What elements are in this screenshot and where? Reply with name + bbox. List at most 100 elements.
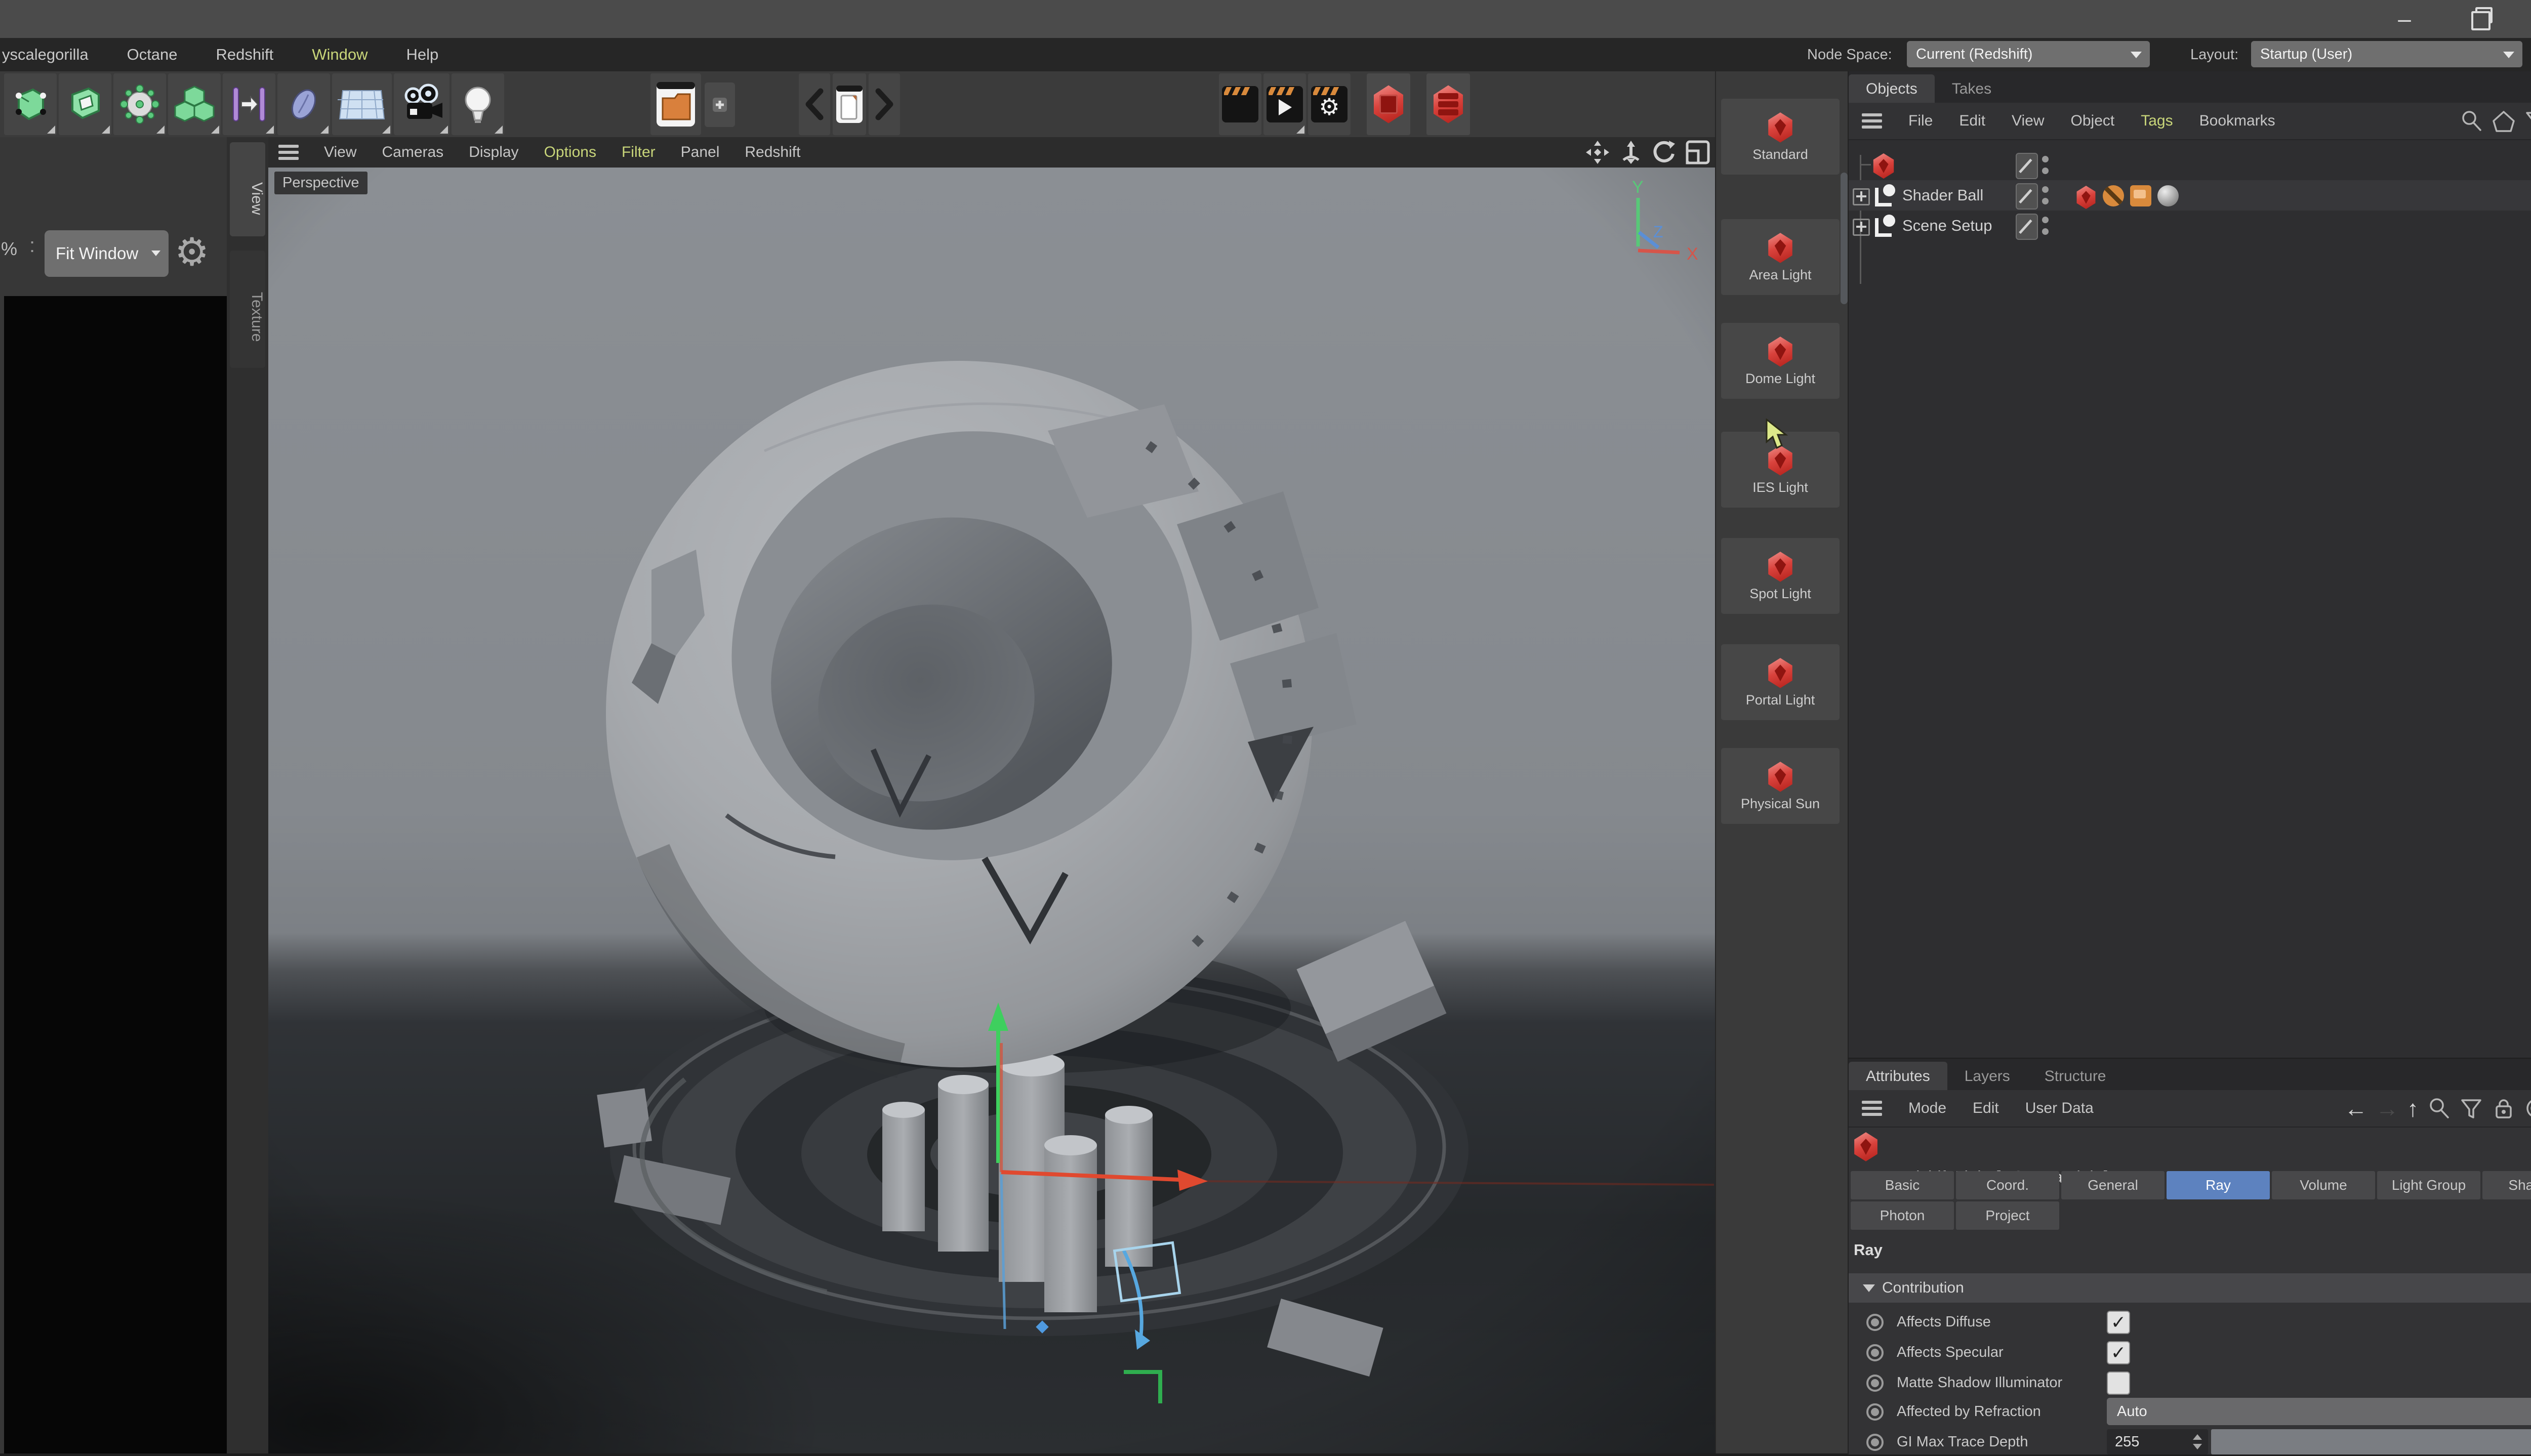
render-settings-button[interactable]: ⚙ (1308, 73, 1351, 135)
layout-select[interactable]: Startup (User) (2251, 41, 2522, 67)
viewport-view-label[interactable]: Perspective (274, 172, 368, 194)
tab-ray[interactable]: Ray (2167, 1171, 2270, 1199)
vp-menu-view[interactable]: View (324, 144, 356, 161)
vp-menu-options[interactable]: Options (544, 144, 596, 161)
titlebar[interactable]: – × (0, 0, 2531, 38)
redshift-queue-button[interactable] (1426, 73, 1470, 135)
expand-icon[interactable] (1853, 219, 1870, 236)
tab-shadow[interactable]: Shadow (2482, 1171, 2531, 1199)
affects-specular-checkbox[interactable]: ✓ (2107, 1341, 2130, 1364)
lights-scrollbar[interactable] (1841, 173, 1848, 304)
am-menu-user-data[interactable]: User Data (2025, 1100, 2094, 1117)
om-menu-view[interactable]: View (2012, 112, 2044, 130)
menu-greyscalegorilla[interactable]: yscalegorilla (2, 46, 89, 64)
home-icon[interactable] (2492, 109, 2516, 133)
enable-toggle[interactable] (2016, 214, 2038, 240)
undo-button[interactable] (799, 73, 830, 135)
gear-icon[interactable]: ⚙ (175, 227, 209, 278)
redshift-renderview-button[interactable] (1367, 73, 1410, 135)
tree-row-shader-ball[interactable]: Shader Ball (1849, 180, 2531, 211)
standard-light-button[interactable]: Standard (1721, 99, 1840, 175)
node-space-select[interactable]: Current (Redshift) (1907, 41, 2150, 67)
tab-project[interactable]: Project (1956, 1201, 2059, 1230)
viewport-canvas[interactable]: Perspective Y Z X (268, 168, 1715, 1453)
om-menu-bookmarks[interactable]: Bookmarks (2199, 112, 2275, 130)
render-view-button[interactable] (1219, 73, 1261, 135)
fit-mode-select[interactable]: Fit Window (45, 230, 169, 277)
object-name[interactable]: Scene Setup (1902, 211, 1992, 241)
affects-diffuse-checkbox[interactable]: ✓ (2107, 1311, 2130, 1334)
light-object-button[interactable] (452, 73, 504, 135)
animation-dot-icon[interactable] (1866, 1314, 1884, 1331)
menu-octane[interactable]: Octane (127, 46, 178, 64)
expand-icon[interactable] (1853, 188, 1870, 205)
area-light-button[interactable]: Area Light (1721, 219, 1840, 295)
menu-redshift[interactable]: Redshift (216, 46, 274, 64)
enable-toggle[interactable] (2016, 183, 2038, 210)
tab-attributes[interactable]: Attributes (1849, 1062, 1947, 1090)
vp-menu-filter[interactable]: Filter (622, 144, 656, 161)
menu-help[interactable]: Help (406, 46, 439, 64)
menu-window[interactable]: Window (312, 46, 368, 64)
rotate-view-icon[interactable] (1650, 138, 1679, 167)
close-button[interactable]: × (2521, 0, 2531, 38)
affected-by-refraction-select[interactable]: Auto (2107, 1398, 2531, 1425)
gi-max-trace-depth-slider[interactable] (2211, 1429, 2531, 1454)
tab-view[interactable]: View (230, 142, 265, 236)
floor-object-button[interactable] (332, 73, 392, 135)
am-menu-mode[interactable]: Mode (1908, 1100, 1946, 1117)
mirror-tool-button[interactable] (223, 73, 275, 135)
physical-sun-button[interactable]: Physical Sun (1721, 748, 1840, 824)
pan-view-icon[interactable] (1583, 138, 1612, 167)
contribution-group-header[interactable]: Contribution (1849, 1273, 2531, 1303)
vp-menu-panel[interactable]: Panel (681, 144, 720, 161)
protection-tag-icon[interactable] (2103, 185, 2124, 206)
attribute-menu-icon[interactable] (1862, 1101, 1882, 1116)
enable-toggle[interactable] (2016, 153, 2038, 179)
filter-icon[interactable] (2459, 1096, 2483, 1120)
om-menu-tags[interactable]: Tags (2141, 112, 2173, 130)
tree-row-rs-area-light[interactable]: RS Area Light ✓ (1849, 150, 2531, 180)
search-icon[interactable] (2427, 1096, 2451, 1120)
ffd-deformer-button[interactable] (113, 73, 166, 135)
visibility-dots[interactable] (2042, 186, 2049, 204)
tree-row-scene-setup[interactable]: Scene Setup (1849, 211, 2531, 241)
tab-layers[interactable]: Layers (1947, 1062, 2027, 1090)
vp-menu-redshift[interactable]: Redshift (745, 144, 800, 161)
vp-menu-cameras[interactable]: Cameras (382, 144, 443, 161)
tab-basic[interactable]: Basic (1851, 1171, 1954, 1199)
number-stepper[interactable] (2191, 1429, 2204, 1454)
cloner-array-button[interactable] (168, 73, 221, 135)
lock-icon[interactable] (2492, 1096, 2516, 1120)
tab-photon[interactable]: Photon (1851, 1201, 1954, 1230)
am-menu-edit[interactable]: Edit (1973, 1100, 1999, 1117)
spot-light-button[interactable]: Spot Light (1721, 538, 1840, 614)
tab-light-group[interactable]: Light Group (2377, 1171, 2480, 1199)
redo-button[interactable] (869, 73, 900, 135)
search-icon[interactable] (2459, 109, 2483, 133)
make-editable-button[interactable] (4, 73, 57, 135)
extrude-object-button[interactable] (59, 73, 111, 135)
dolly-view-icon[interactable] (1617, 138, 1645, 167)
visibility-dots[interactable] (2042, 156, 2049, 174)
render-to-picture-viewer-button[interactable] (1263, 73, 1306, 135)
spline-pen-button[interactable] (277, 73, 330, 135)
restore-button[interactable] (2450, 0, 2511, 38)
filter-icon[interactable] (2524, 109, 2531, 133)
compositing-tag-icon[interactable] (2130, 185, 2151, 206)
object-name[interactable]: Shader Ball (1902, 180, 1983, 211)
animation-dot-icon[interactable] (1866, 1375, 1884, 1392)
toggle-single-view-icon[interactable] (1684, 138, 1712, 167)
tab-takes[interactable]: Takes (1935, 74, 2009, 103)
minimize-button[interactable]: – (2374, 0, 2435, 38)
parent-up-icon[interactable]: ↑ (2407, 1095, 2419, 1122)
history-forward-icon[interactable]: → (2376, 1095, 2399, 1122)
camera-object-button[interactable] (394, 73, 450, 135)
om-menu-object[interactable]: Object (2071, 112, 2115, 130)
portal-light-button[interactable]: Portal Light (1721, 644, 1840, 720)
visibility-dots[interactable] (2042, 217, 2049, 235)
tab-general[interactable]: General (2061, 1171, 2165, 1199)
om-menu-file[interactable]: File (1908, 112, 1933, 130)
object-menu-icon[interactable] (1862, 113, 1882, 129)
vp-menu-display[interactable]: Display (469, 144, 518, 161)
